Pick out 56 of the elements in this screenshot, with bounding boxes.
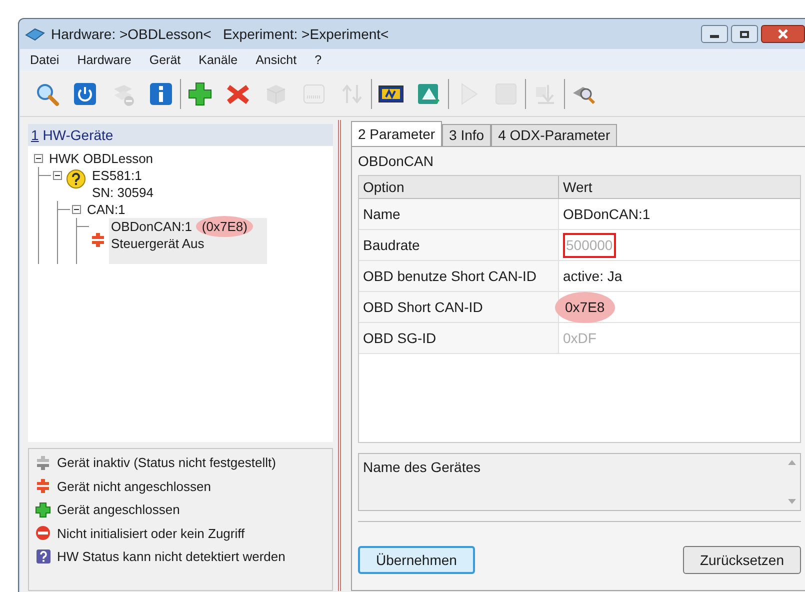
table-cell-text: OBDonCAN:1 — [563, 204, 650, 224]
tree-item[interactable]: OBDonCAN:1 (0x7E8) Steuergerät Aus — [109, 218, 268, 264]
legend-label: Gerät inaktiv (Status nicht festgestellt) — [57, 454, 276, 472]
menu-item[interactable]: Kanäle — [198, 50, 238, 70]
collapse-toggle[interactable] — [72, 205, 81, 214]
window-title: Hardware: >OBDLesson< Experiment: >Experiment< — [51, 24, 389, 44]
legend-label: HW Status kann nicht detektiert werden — [57, 548, 286, 566]
column-header[interactable]: Wert — [559, 176, 800, 198]
table-cell-text: 0xDF — [563, 328, 596, 348]
table-cell: Baudrate — [359, 230, 559, 260]
app-icon — [25, 27, 45, 41]
column-header[interactable]: Option — [359, 176, 559, 198]
table-cell: Name — [359, 199, 559, 229]
legend-label: Nicht initialisiert oder kein Zugriff — [57, 524, 245, 543]
no-entry-icon — [35, 525, 51, 542]
tree-item-label: ES581:1 — [92, 168, 142, 183]
legend-label: Gerät nicht angeschlossen — [57, 478, 211, 496]
question-square-icon — [36, 549, 50, 564]
description-text: Name des Gerätes — [362, 458, 482, 477]
tab[interactable]: 4 ODX-Parameter — [491, 124, 618, 146]
group-title: OBDonCAN — [358, 152, 434, 171]
menu-item[interactable]: Gerät — [149, 50, 181, 70]
scroll-up-icon — [788, 460, 796, 465]
plug-disconnected-icon — [91, 232, 105, 248]
table-cell: OBD SG-ID — [359, 323, 559, 353]
menu-item[interactable]: Hardware — [77, 50, 132, 70]
device-id: (0x7E8) — [196, 216, 254, 237]
tree-item-label: OBDonCAN:1 — [111, 219, 192, 234]
plug-inactive-icon — [36, 454, 50, 471]
table-cell: OBD Short CAN-ID — [359, 292, 559, 322]
question-circle-icon — [66, 169, 86, 189]
tab[interactable]: 3 Info — [442, 124, 492, 146]
close-button[interactable] — [761, 25, 805, 43]
table-cell-text: active: Ja — [563, 266, 622, 286]
panel-header: 1 HW-Geräte — [28, 124, 333, 146]
scroll-down-icon — [788, 499, 796, 504]
plug-connected-icon — [35, 502, 51, 518]
table-cell: OBD benutze Short CAN-ID — [359, 261, 559, 291]
collapse-toggle[interactable] — [34, 154, 43, 163]
minimize-button[interactable] — [701, 25, 728, 43]
table-cell: 500000 — [563, 232, 616, 258]
plug-disconnected-icon — [36, 478, 50, 494]
tree-item[interactable]: ES581:1 SN: 30594 — [90, 167, 156, 201]
legend-label: Gerät angeschlossen — [57, 501, 180, 519]
tree-item-sublabel: Steuergerät Aus — [111, 235, 206, 252]
menu-item[interactable]: ? — [314, 50, 322, 70]
close-icon — [778, 29, 788, 39]
table-cell: 0x7E8 — [555, 292, 615, 322]
tree-item-sublabel: SN: 30594 — [92, 184, 154, 201]
reset-button[interactable]: Zurücksetzen — [682, 546, 801, 574]
collapse-toggle[interactable] — [53, 171, 62, 180]
menu-item[interactable]: Ansicht — [256, 50, 297, 70]
menu-item[interactable]: Datei — [30, 50, 60, 70]
tab[interactable]: 2 Parameter — [351, 121, 442, 146]
maximize-button[interactable] — [731, 25, 758, 43]
apply-button[interactable]: Übernehmen — [358, 546, 475, 574]
